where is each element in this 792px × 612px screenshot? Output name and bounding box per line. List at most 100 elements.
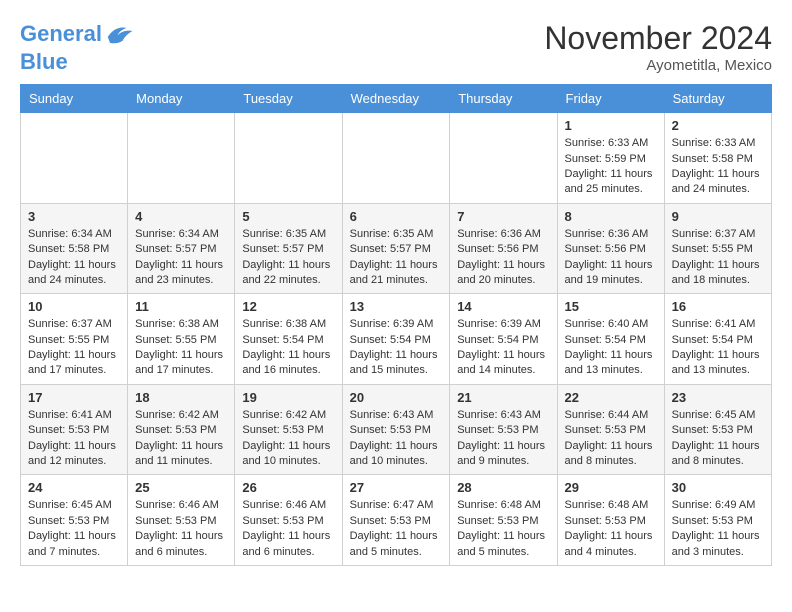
day-info: Sunrise: 6:41 AMSunset: 5:53 PMDaylight:… — [28, 408, 120, 470]
calendar-cell: 29 Sunrise: 6:48 AMSunset: 5:53 PMDayligh… — [557, 475, 664, 566]
calendar-week-row: 1Sunrise: 6:33 AMSunset: 5:59 PMDaylight… — [21, 113, 772, 204]
col-header-wednesday: Wednesday — [342, 85, 450, 113]
day-number: 11 — [135, 299, 227, 314]
day-number: 15 — [565, 299, 657, 314]
col-header-thursday: Thursday — [450, 85, 557, 113]
calendar-cell: 20Sunrise: 6:43 AMSunset: 5:53 PMDayligh… — [342, 384, 450, 475]
calendar-cell: 23 Sunrise: 6:45 AMSunset: 5:53 PMDayligh… — [664, 384, 771, 475]
day-number: 29 — [565, 480, 657, 495]
day-number: 9 — [672, 209, 764, 224]
calendar-cell: 27Sunrise: 6:47 AMSunset: 5:53 PMDayligh… — [342, 475, 450, 566]
day-info: Sunrise: 6:45 AMSunset: 5:53 PMDaylight:… — [28, 498, 120, 560]
day-info: Sunrise: 6:39 AMSunset: 5:54 PMDaylight:… — [457, 317, 549, 379]
calendar-cell — [128, 113, 235, 204]
calendar-cell: 12 Sunrise: 6:38 AMSunset: 5:54 PMDayligh… — [235, 294, 342, 385]
calendar-cell: 3 Sunrise: 6:34 AMSunset: 5:58 PMDaylight… — [21, 203, 128, 294]
calendar-cell: 28 Sunrise: 6:48 AMSunset: 5:53 PMDayligh… — [450, 475, 557, 566]
calendar-cell: 7Sunrise: 6:36 AMSunset: 5:56 PMDaylight… — [450, 203, 557, 294]
day-info: Sunrise: 6:35 AMSunset: 5:57 PMDaylight:… — [350, 227, 443, 289]
calendar-cell: 26 Sunrise: 6:46 AMSunset: 5:53 PMDayligh… — [235, 475, 342, 566]
day-info: Sunrise: 6:46 AMSunset: 5:53 PMDaylight:… — [242, 498, 334, 560]
calendar-cell: 19 Sunrise: 6:42 AMSunset: 5:53 PMDayligh… — [235, 384, 342, 475]
calendar-cell: 25 Sunrise: 6:46 AMSunset: 5:53 PMDayligh… — [128, 475, 235, 566]
day-info: Sunrise: 6:45 AMSunset: 5:53 PMDaylight:… — [672, 408, 764, 470]
day-number: 12 — [242, 299, 334, 314]
day-number: 25 — [135, 480, 227, 495]
day-info: Sunrise: 6:37 AMSunset: 5:55 PMDaylight:… — [28, 317, 120, 379]
title-section: November 2024 Ayometitla, Mexico — [544, 20, 772, 74]
calendar-cell — [21, 113, 128, 204]
day-info: Sunrise: 6:36 AMSunset: 5:56 PMDaylight:… — [565, 227, 657, 289]
calendar-week-row: 17 Sunrise: 6:41 AMSunset: 5:53 PMDayligh… — [21, 384, 772, 475]
calendar-cell — [342, 113, 450, 204]
day-info: Sunrise: 6:35 AMSunset: 5:57 PMDaylight:… — [242, 227, 334, 289]
day-info: Sunrise: 6:37 AMSunset: 5:55 PMDaylight:… — [672, 227, 764, 289]
day-number: 18 — [135, 390, 227, 405]
day-number: 16 — [672, 299, 764, 314]
day-number: 2 — [672, 118, 764, 133]
day-number: 1 — [565, 118, 657, 133]
calendar-cell: 18Sunrise: 6:42 AMSunset: 5:53 PMDayligh… — [128, 384, 235, 475]
day-info: Sunrise: 6:38 AMSunset: 5:55 PMDaylight:… — [135, 317, 227, 379]
day-number: 13 — [350, 299, 443, 314]
day-info: Sunrise: 6:39 AMSunset: 5:54 PMDaylight:… — [350, 317, 443, 379]
calendar-header-row: SundayMondayTuesdayWednesdayThursdayFrid… — [21, 85, 772, 113]
col-header-friday: Friday — [557, 85, 664, 113]
calendar-cell: 30 Sunrise: 6:49 AMSunset: 5:53 PMDayligh… — [664, 475, 771, 566]
day-info: Sunrise: 6:43 AMSunset: 5:53 PMDaylight:… — [350, 408, 443, 470]
day-number: 22 — [565, 390, 657, 405]
logo: General Blue — [20, 20, 134, 74]
day-number: 14 — [457, 299, 549, 314]
day-number: 6 — [350, 209, 443, 224]
day-number: 3 — [28, 209, 120, 224]
day-info: Sunrise: 6:48 AMSunset: 5:53 PMDaylight:… — [565, 498, 657, 560]
calendar-cell: 10 Sunrise: 6:37 AMSunset: 5:55 PMDayligh… — [21, 294, 128, 385]
calendar-cell: 5Sunrise: 6:35 AMSunset: 5:57 PMDaylight… — [235, 203, 342, 294]
calendar-cell: 14 Sunrise: 6:39 AMSunset: 5:54 PMDayligh… — [450, 294, 557, 385]
calendar-cell: 1Sunrise: 6:33 AMSunset: 5:59 PMDaylight… — [557, 113, 664, 204]
calendar-cell — [235, 113, 342, 204]
day-number: 4 — [135, 209, 227, 224]
day-number: 24 — [28, 480, 120, 495]
calendar-cell — [450, 113, 557, 204]
day-number: 19 — [242, 390, 334, 405]
calendar-cell: 6 Sunrise: 6:35 AMSunset: 5:57 PMDaylight… — [342, 203, 450, 294]
day-number: 17 — [28, 390, 120, 405]
calendar-cell: 17 Sunrise: 6:41 AMSunset: 5:53 PMDayligh… — [21, 384, 128, 475]
calendar-cell: 13 Sunrise: 6:39 AMSunset: 5:54 PMDayligh… — [342, 294, 450, 385]
day-number: 10 — [28, 299, 120, 314]
col-header-tuesday: Tuesday — [235, 85, 342, 113]
month-title: November 2024 — [544, 20, 772, 57]
location: Ayometitla, Mexico — [544, 57, 772, 74]
day-number: 26 — [242, 480, 334, 495]
calendar-week-row: 10 Sunrise: 6:37 AMSunset: 5:55 PMDayligh… — [21, 294, 772, 385]
calendar-cell: 4 Sunrise: 6:34 AMSunset: 5:57 PMDaylight… — [128, 203, 235, 294]
calendar-cell: 2Sunrise: 6:33 AMSunset: 5:58 PMDaylight… — [664, 113, 771, 204]
day-info: Sunrise: 6:48 AMSunset: 5:53 PMDaylight:… — [457, 498, 549, 560]
day-info: Sunrise: 6:34 AMSunset: 5:57 PMDaylight:… — [135, 227, 227, 289]
day-number: 21 — [457, 390, 549, 405]
logo-text: General Blue — [20, 20, 134, 74]
calendar-cell: 21 Sunrise: 6:43 AMSunset: 5:53 PMDayligh… — [450, 384, 557, 475]
calendar-week-row: 3 Sunrise: 6:34 AMSunset: 5:58 PMDaylight… — [21, 203, 772, 294]
calendar-cell: 15Sunrise: 6:40 AMSunset: 5:54 PMDayligh… — [557, 294, 664, 385]
day-info: Sunrise: 6:42 AMSunset: 5:53 PMDaylight:… — [242, 408, 334, 470]
day-info: Sunrise: 6:36 AMSunset: 5:56 PMDaylight:… — [457, 227, 549, 289]
day-number: 27 — [350, 480, 443, 495]
day-info: Sunrise: 6:49 AMSunset: 5:53 PMDaylight:… — [672, 498, 764, 560]
day-info: Sunrise: 6:44 AMSunset: 5:53 PMDaylight:… — [565, 408, 657, 470]
day-info: Sunrise: 6:43 AMSunset: 5:53 PMDaylight:… — [457, 408, 549, 470]
calendar-cell: 8 Sunrise: 6:36 AMSunset: 5:56 PMDaylight… — [557, 203, 664, 294]
calendar-table: SundayMondayTuesdayWednesdayThursdayFrid… — [20, 84, 772, 566]
day-number: 30 — [672, 480, 764, 495]
day-info: Sunrise: 6:34 AMSunset: 5:58 PMDaylight:… — [28, 227, 120, 289]
day-number: 28 — [457, 480, 549, 495]
day-number: 8 — [565, 209, 657, 224]
day-info: Sunrise: 6:38 AMSunset: 5:54 PMDaylight:… — [242, 317, 334, 379]
col-header-monday: Monday — [128, 85, 235, 113]
day-info: Sunrise: 6:41 AMSunset: 5:54 PMDaylight:… — [672, 317, 764, 379]
day-info: Sunrise: 6:46 AMSunset: 5:53 PMDaylight:… — [135, 498, 227, 560]
col-header-saturday: Saturday — [664, 85, 771, 113]
day-number: 23 — [672, 390, 764, 405]
col-header-sunday: Sunday — [21, 85, 128, 113]
